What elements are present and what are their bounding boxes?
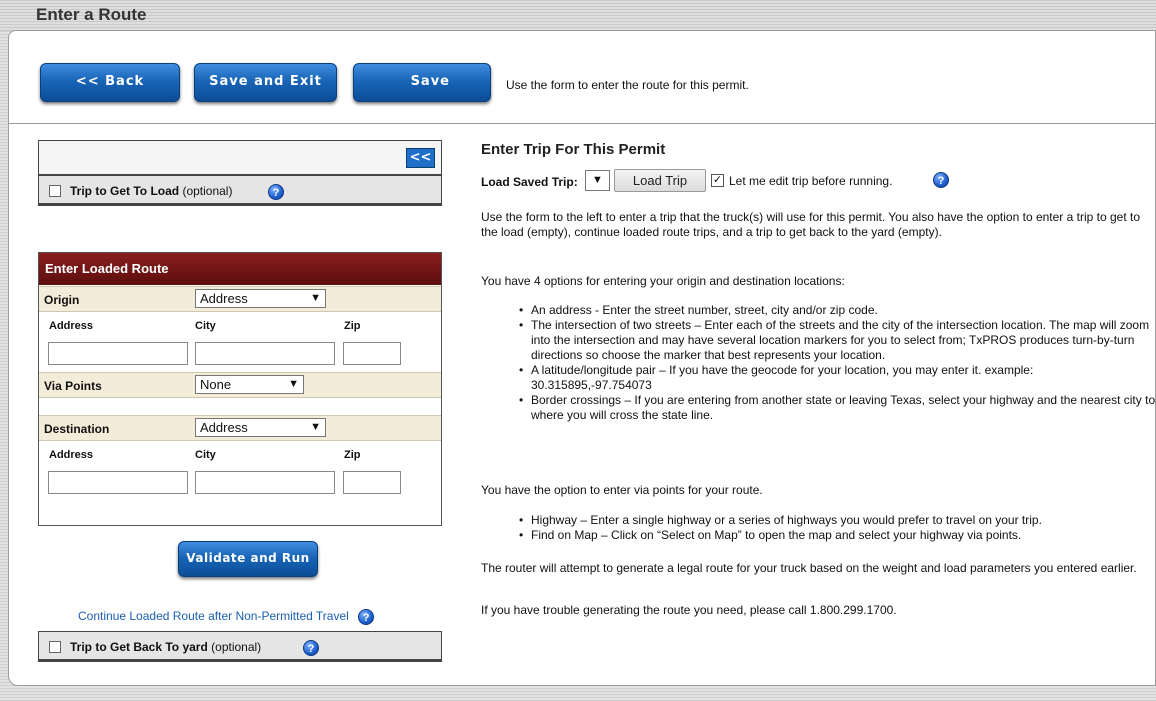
trip-back-checkbox[interactable] — [49, 641, 61, 653]
save-button[interactable]: Save — [353, 63, 491, 102]
destination-zip-label: Zip — [344, 449, 361, 461]
trip-to-load-label: Trip to Get To Load (optional) — [70, 184, 232, 198]
collapse-panel-button[interactable]: << — [406, 148, 435, 168]
trip-to-load-optional: (optional) — [179, 184, 233, 198]
origin-zip-field[interactable] — [343, 342, 401, 365]
load-saved-trip-row: Load Saved Trip: ▼ Load Trip ✓ Let me ed… — [481, 167, 1156, 193]
destination-address-field[interactable] — [48, 471, 188, 494]
collapse-bar: << — [38, 140, 442, 175]
chevron-down-icon: ▼ — [310, 292, 321, 304]
origin-address-field[interactable] — [48, 342, 188, 365]
help-icon[interactable]: ? — [358, 609, 375, 625]
checkmark-icon: ✓ — [712, 174, 723, 186]
origin-zip-label: Zip — [344, 320, 361, 332]
toolbar-hint: Use the form to enter the route for this… — [506, 78, 749, 92]
trip-heading: Enter Trip For This Permit — [481, 141, 666, 158]
loaded-route-box: Enter Loaded Route Origin Address ▼ Addr… — [38, 252, 442, 526]
saved-trip-select[interactable]: ▼ — [585, 170, 610, 191]
trip-back-title: Trip to Get Back To yard — [70, 640, 208, 654]
chevron-down-icon: ▼ — [310, 421, 321, 433]
destination-type-value: Address — [200, 420, 248, 435]
origin-label: Origin — [44, 293, 80, 307]
trouble-note: If you have trouble generating the route… — [481, 603, 897, 617]
load-saved-trip-label: Load Saved Trip: — [481, 175, 578, 189]
trip-to-load-box: Trip to Get To Load (optional) ? — [38, 175, 442, 206]
via-intro-text: You have the option to enter via points … — [481, 483, 763, 497]
main-panel: << Back Save and Exit Save Use the form … — [8, 30, 1156, 686]
list-item: Highway – Enter a single highway or a se… — [519, 513, 1156, 528]
via-points-value: None — [200, 377, 232, 392]
list-item: An address - Enter the street number, st… — [519, 303, 1156, 318]
chevron-down-icon: ▼ — [592, 174, 603, 186]
options-list: An address - Enter the street number, st… — [481, 303, 1156, 423]
trip-back-optional: (optional) — [207, 640, 262, 654]
trip-to-load-checkbox[interactable] — [49, 185, 61, 197]
trip-to-load-title: Trip to Get To Load — [70, 184, 180, 198]
origin-city-label: City — [195, 320, 216, 332]
continue-loaded-route-link[interactable]: Continue Loaded Route after Non-Permitte… — [78, 609, 375, 625]
router-note: The router will attempt to generate a le… — [481, 561, 1137, 575]
via-section: Via Points None ▼ — [39, 372, 441, 398]
origin-city-field[interactable] — [195, 342, 335, 365]
continue-loaded-route-text[interactable]: Continue Loaded Route after Non-Permitte… — [78, 609, 349, 623]
destination-section: Destination Address ▼ — [39, 415, 441, 441]
origin-address-label: Address — [49, 320, 94, 332]
trip-back-label: Trip to Get Back To yard (optional) — [70, 640, 261, 654]
list-item: Border crossings – If you are entering f… — [519, 393, 1156, 423]
chevron-down-icon: ▼ — [288, 378, 299, 390]
trip-back-box: Trip to Get Back To yard (optional) ? — [38, 631, 442, 662]
edit-trip-checkbox[interactable]: ✓ — [711, 174, 724, 187]
destination-zip-field[interactable] — [343, 471, 401, 494]
origin-section: Origin Address ▼ — [39, 286, 441, 312]
via-options-list: Highway – Enter a single highway or a se… — [481, 513, 1156, 543]
help-icon[interactable]: ? — [933, 172, 949, 188]
help-icon[interactable]: ? — [268, 184, 284, 200]
edit-trip-label: Let me edit trip before running. — [729, 174, 893, 188]
list-item: The intersection of two streets – Enter … — [519, 318, 1156, 363]
destination-type-select[interactable]: Address ▼ — [195, 418, 326, 437]
title-bar: Enter a Route — [0, 0, 1156, 31]
load-trip-button[interactable]: Load Trip — [614, 169, 706, 192]
origin-type-select[interactable]: Address ▼ — [195, 289, 326, 308]
page-title: Enter a Route — [36, 5, 147, 24]
destination-city-label: City — [195, 449, 216, 461]
help-icon[interactable]: ? — [303, 640, 319, 656]
list-item: Find on Map – Click on “Select on Map” t… — [519, 528, 1156, 543]
save-and-exit-button[interactable]: Save and Exit — [194, 63, 337, 102]
origin-type-value: Address — [200, 291, 248, 306]
toolbar: << Back Save and Exit Save Use the form … — [9, 31, 1155, 124]
via-points-select[interactable]: None ▼ — [195, 375, 304, 394]
list-item: A latitude/longitude pair – If you have … — [519, 363, 1156, 393]
validate-and-run-button[interactable]: Validate and Run — [178, 541, 318, 577]
via-points-label: Via Points — [44, 379, 102, 393]
loaded-route-heading: Enter Loaded Route — [39, 253, 441, 285]
destination-address-label: Address — [49, 449, 94, 461]
destination-city-field[interactable] — [195, 471, 335, 494]
intro-text: Use the form to the left to enter a trip… — [481, 210, 1141, 239]
back-button[interactable]: << Back — [40, 63, 180, 102]
destination-label: Destination — [44, 422, 110, 436]
options-intro-text: You have 4 options for entering your ori… — [481, 274, 845, 288]
